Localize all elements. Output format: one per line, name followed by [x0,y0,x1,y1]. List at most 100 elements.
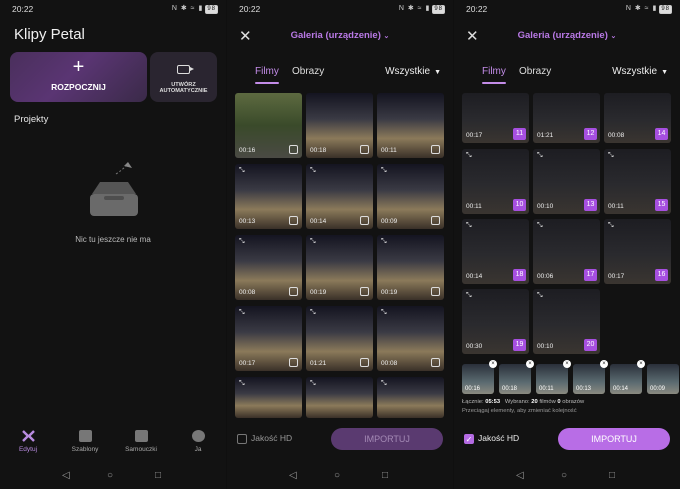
hd-quality-checkbox[interactable]: ✓ Jakość HD [464,433,519,444]
selection-order-badge[interactable]: 10 [513,199,526,211]
filter-dropdown[interactable]: Wszystkie ▼ [385,66,441,77]
video-thumbnail[interactable]: ⤡ [306,377,373,418]
auto-create-button[interactable]: UTWÓRZ AUTOMATYCZNIE [150,52,217,102]
selected-thumbnail[interactable]: 00:18 × [499,360,534,394]
video-thumbnail[interactable]: ⤡ [235,377,302,418]
video-thumbnail[interactable]: ⤡ 00:19 [306,235,373,300]
video-thumbnail-selected[interactable]: ⤡ 00:10 13 [533,149,600,214]
select-checkbox[interactable] [289,287,298,296]
tab-images[interactable]: Obrazy [292,66,324,77]
expand-icon[interactable]: ⤡ [310,238,316,246]
select-checkbox[interactable] [289,145,298,154]
video-thumbnail[interactable]: ⤡ 01:21 [306,306,373,371]
back-icon[interactable]: ◁ [62,470,70,481]
expand-icon[interactable]: ⤡ [310,167,316,175]
video-thumbnail-selected[interactable]: 00:17 11 [462,93,529,143]
selection-order-badge[interactable]: 17 [584,269,597,281]
video-thumbnail[interactable]: ⤡ 00:17 [235,306,302,371]
import-button[interactable]: IMPORTUJ [331,428,443,450]
video-thumbnail-selected[interactable]: 00:08 14 [604,93,671,143]
filter-dropdown[interactable]: Wszystkie ▼ [612,66,668,77]
selection-order-badge[interactable]: 20 [584,339,597,351]
home-icon[interactable]: ○ [107,470,113,481]
selected-thumbnail[interactable]: 00:14 × [610,360,645,394]
recent-apps-icon[interactable]: □ [609,470,615,481]
import-button[interactable]: IMPORTUJ [558,428,670,450]
expand-icon[interactable]: ⤡ [239,380,245,388]
expand-icon[interactable]: ⤡ [239,309,245,317]
selection-order-badge[interactable]: 15 [655,199,668,211]
select-checkbox[interactable] [360,358,369,367]
video-thumbnail[interactable]: ⤡ 00:14 [306,164,373,229]
expand-icon[interactable]: ⤡ [608,222,614,230]
selected-thumbnail[interactable]: 00:09 [647,364,679,394]
gallery-source-dropdown[interactable]: Galeria (urządzenie) ⌄ [454,30,680,41]
expand-icon[interactable]: ⤡ [466,292,472,300]
expand-icon[interactable]: ⤡ [310,380,316,388]
select-checkbox[interactable] [289,358,298,367]
video-thumbnail[interactable]: ⤡ 00:13 [235,164,302,229]
video-thumbnail[interactable]: ⤡ [377,377,444,418]
video-thumbnail[interactable]: 00:18 [306,93,373,158]
selection-order-badge[interactable]: 12 [584,128,597,140]
recent-apps-icon[interactable]: □ [382,470,388,481]
recent-apps-icon[interactable]: □ [155,470,161,481]
hd-quality-checkbox[interactable]: Jakość HD [237,433,292,444]
selection-order-badge[interactable]: 19 [513,339,526,351]
select-checkbox[interactable] [431,287,440,296]
start-button[interactable]: + ROZPOCZNIJ [10,52,147,102]
select-checkbox[interactable] [431,358,440,367]
video-thumbnail[interactable]: ⤡ 00:09 [377,164,444,229]
nav-edit[interactable]: Edytuj [0,430,56,453]
expand-icon[interactable]: ⤡ [381,380,387,388]
video-thumbnail-selected[interactable]: ⤡ 00:30 19 [462,289,529,354]
remove-icon[interactable]: × [563,360,571,368]
selected-thumbnail[interactable]: 00:11 × [536,360,571,394]
video-thumbnail[interactable]: ⤡ 00:08 [377,306,444,371]
select-checkbox[interactable] [431,145,440,154]
video-thumbnail[interactable]: ⤡ 00:08 [235,235,302,300]
nav-tutorials[interactable]: Samouczki [113,430,169,453]
expand-icon[interactable]: ⤡ [537,222,543,230]
remove-icon[interactable]: × [489,360,497,368]
back-icon[interactable]: ◁ [516,470,524,481]
selection-order-badge[interactable]: 14 [655,128,668,140]
expand-icon[interactable]: ⤡ [537,152,543,160]
video-thumbnail-selected[interactable]: ⤡ 00:17 16 [604,219,671,284]
tab-images[interactable]: Obrazy [519,66,551,77]
video-thumbnail[interactable]: 00:16 [235,93,302,158]
selection-order-badge[interactable]: 16 [655,269,668,281]
nav-me[interactable]: Ja [170,430,226,453]
video-thumbnail-selected[interactable]: ⤡ 00:14 18 [462,219,529,284]
tab-videos[interactable]: Filmy [482,66,506,84]
video-thumbnail-selected[interactable]: ⤡ 00:11 10 [462,149,529,214]
expand-icon[interactable]: ⤡ [466,152,472,160]
video-thumbnail[interactable]: ⤡ 00:19 [377,235,444,300]
back-icon[interactable]: ◁ [289,470,297,481]
expand-icon[interactable]: ⤡ [239,167,245,175]
select-checkbox[interactable] [289,216,298,225]
expand-icon[interactable]: ⤡ [466,222,472,230]
tab-videos[interactable]: Filmy [255,66,279,84]
home-icon[interactable]: ○ [561,470,567,481]
select-checkbox[interactable] [360,145,369,154]
select-checkbox[interactable] [431,216,440,225]
selected-thumbnail[interactable]: 00:16 × [462,360,497,394]
select-checkbox[interactable] [360,287,369,296]
expand-icon[interactable]: ⤡ [381,238,387,246]
selected-thumbnail[interactable]: 00:13 × [573,360,608,394]
nav-templates[interactable]: Szablony [57,430,113,453]
gallery-source-dropdown[interactable]: Galeria (urządzenie) ⌄ [227,30,453,41]
expand-icon[interactable]: ⤡ [310,309,316,317]
video-thumbnail-selected[interactable]: ⤡ 00:11 15 [604,149,671,214]
expand-icon[interactable]: ⤡ [537,292,543,300]
expand-icon[interactable]: ⤡ [381,167,387,175]
selection-order-badge[interactable]: 18 [513,269,526,281]
video-thumbnail-selected[interactable]: ⤡ 00:10 20 [533,289,600,354]
remove-icon[interactable]: × [637,360,645,368]
video-thumbnail[interactable]: 00:11 [377,93,444,158]
selection-order-badge[interactable]: 11 [513,128,526,140]
expand-icon[interactable]: ⤡ [381,309,387,317]
expand-icon[interactable]: ⤡ [608,152,614,160]
remove-icon[interactable]: × [600,360,608,368]
